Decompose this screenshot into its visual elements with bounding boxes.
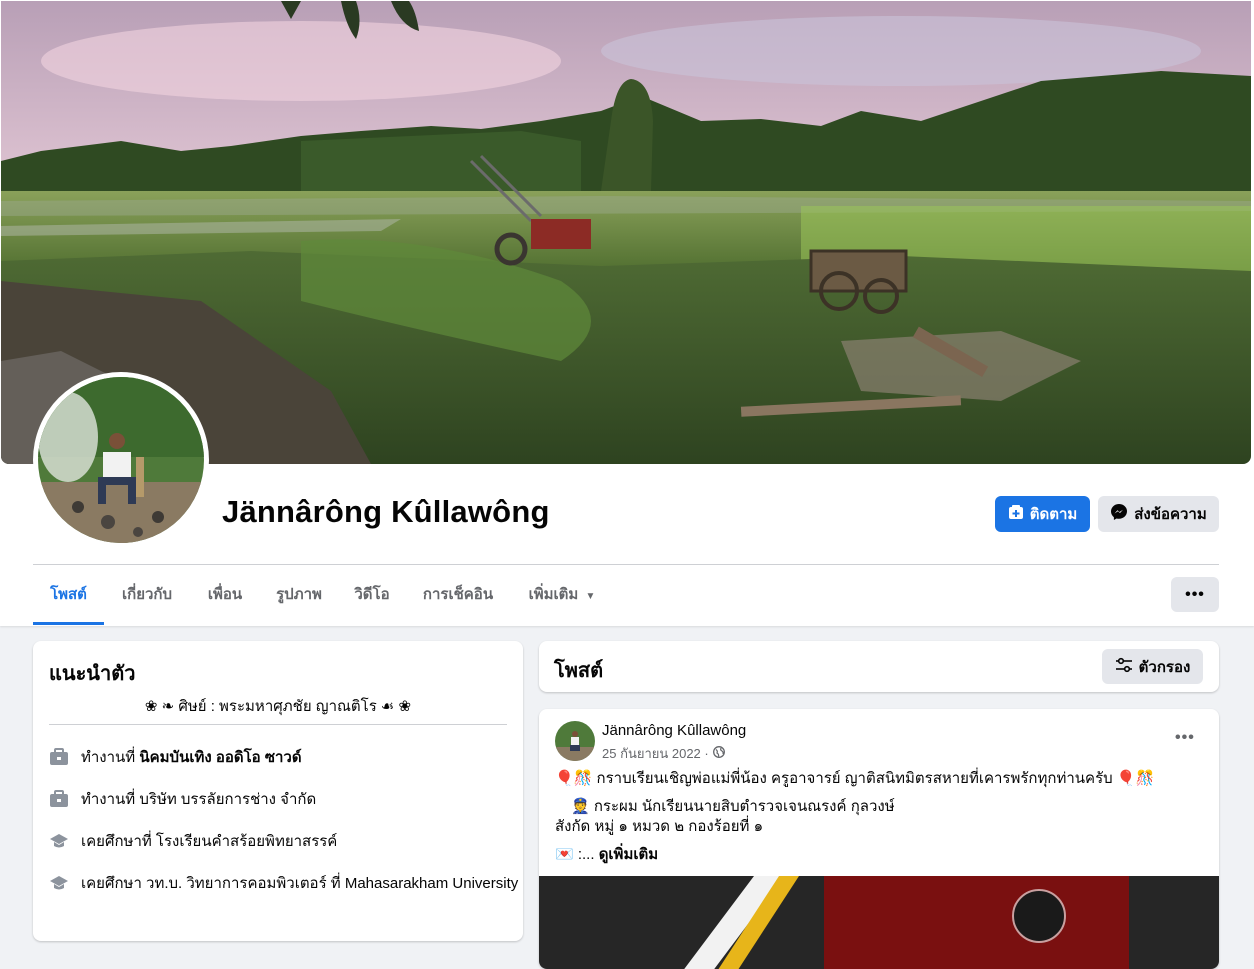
see-more-link[interactable]: ดูเพิ่มเติม bbox=[599, 846, 658, 863]
messenger-icon bbox=[1110, 503, 1128, 525]
caret-down-icon: ▼ bbox=[585, 591, 596, 602]
graduation-cap-icon bbox=[49, 831, 69, 851]
intro-title: แนะนำตัว bbox=[49, 663, 136, 685]
tab-checkins[interactable]: การเช็คอิน bbox=[413, 566, 503, 624]
follow-button[interactable]: ติดตาม bbox=[995, 496, 1090, 532]
tab-more-label: เพิ่มเติม bbox=[528, 586, 579, 603]
briefcase-icon bbox=[49, 747, 69, 767]
post-options-icon[interactable]: ••• bbox=[1175, 729, 1195, 747]
intro-work-1: ทำงานที่ นิคมบันเทิง ออดิโอ ซาวด์ bbox=[49, 745, 302, 769]
filter-button[interactable]: ตัวกรอง bbox=[1102, 649, 1203, 684]
cover-photo[interactable] bbox=[1, 1, 1251, 464]
tab-videos[interactable]: วิดีโอ bbox=[343, 566, 401, 624]
post-author-avatar[interactable] bbox=[555, 721, 595, 761]
intro-edu-1: เคยศึกษาที่ โรงเรียนคำสร้อยพิทยาสรรค์ bbox=[49, 829, 337, 853]
tab-photos[interactable]: รูปภาพ bbox=[265, 566, 333, 624]
intro-divider bbox=[49, 724, 507, 725]
post-author-name[interactable]: Jännârông Kûllawông bbox=[602, 722, 746, 739]
profile-name: Jännârông Kûllawông bbox=[222, 494, 550, 529]
tab-friends[interactable]: เพื่อน bbox=[193, 566, 257, 624]
header-divider bbox=[33, 564, 1219, 565]
post-image[interactable] bbox=[539, 876, 1219, 969]
intro-work-2: ทำงานที่ บริษัท บรรลัยการช่าง จำกัด bbox=[49, 787, 316, 811]
tab-about[interactable]: เกี่ยวกับ bbox=[109, 566, 185, 624]
posts-title: โพสต์ bbox=[554, 660, 604, 682]
intro-work-1-place[interactable]: นิคมบันเทิง ออดิโอ ซาวด์ bbox=[139, 745, 301, 769]
intro-bio: ❀ ❧ ศิษย์ : พระมหาศุภชัย ญาณติโร ☙ ❀ bbox=[144, 698, 412, 715]
graduation-cap-icon bbox=[49, 873, 69, 893]
follow-label: ติดตาม bbox=[1029, 506, 1078, 523]
message-button[interactable]: ส่งข้อความ bbox=[1098, 496, 1219, 532]
post-line-1: 🎈🎊 กราบเรียนเชิญพ่อแม่พี่น้อง ครูอาจารย์… bbox=[555, 770, 1155, 787]
intro-edu-2-text: เคยศึกษา วท.บ. วิทยาการคอมพิวเตอร์ ที่ M… bbox=[81, 875, 519, 892]
globe-icon bbox=[712, 746, 725, 761]
posts-header-card: โพสต์ ตัวกรอง bbox=[539, 641, 1219, 692]
filter-label: ตัวกรอง bbox=[1138, 658, 1191, 676]
post-line-4-prefix: 💌 :... bbox=[555, 846, 595, 863]
intro-work-1-prefix: ทำงานที่ bbox=[81, 749, 140, 766]
tab-more[interactable]: เพิ่มเติม ▼ bbox=[517, 566, 607, 624]
post-line-3: สังกัด หมู่ ๑ หมวด ๒ กองร้อยที่ ๑ bbox=[555, 818, 764, 835]
follow-icon bbox=[1008, 504, 1024, 524]
post-line-2: 👮 กระผม นักเรียนนายสิบตำรวจเจนณรงค์ กุลว… bbox=[571, 798, 895, 815]
filter-icon bbox=[1115, 657, 1133, 677]
post-line-4: 💌 :... ดูเพิ่มเติม bbox=[555, 845, 658, 865]
intro-edu-2: เคยศึกษา วท.บ. วิทยาการคอมพิวเตอร์ ที่ M… bbox=[49, 871, 518, 895]
more-options-button[interactable]: ••• bbox=[1171, 577, 1219, 612]
profile-avatar[interactable] bbox=[38, 377, 204, 543]
more-horizontal-icon: ••• bbox=[1185, 585, 1205, 603]
post-card: Jännârông Kûllawông 25 กันยายน 2022 · ••… bbox=[539, 709, 1219, 969]
intro-work-2-text: ทำงานที่ บริษัท บรรลัยการช่าง จำกัด bbox=[81, 791, 317, 808]
tab-posts[interactable]: โพสต์ bbox=[33, 566, 104, 624]
post-meta: 25 กันยายน 2022 · bbox=[602, 743, 725, 764]
briefcase-icon bbox=[49, 789, 69, 809]
post-date[interactable]: 25 กันยายน 2022 · bbox=[602, 743, 709, 764]
message-label: ส่งข้อความ bbox=[1134, 506, 1207, 523]
intro-edu-1-text: เคยศึกษาที่ โรงเรียนคำสร้อยพิทยาสรรค์ bbox=[81, 833, 338, 850]
intro-card: แนะนำตัว ❀ ❧ ศิษย์ : พระมหาศุภชัย ญาณติโ… bbox=[33, 641, 523, 941]
active-tab-indicator bbox=[33, 622, 104, 625]
